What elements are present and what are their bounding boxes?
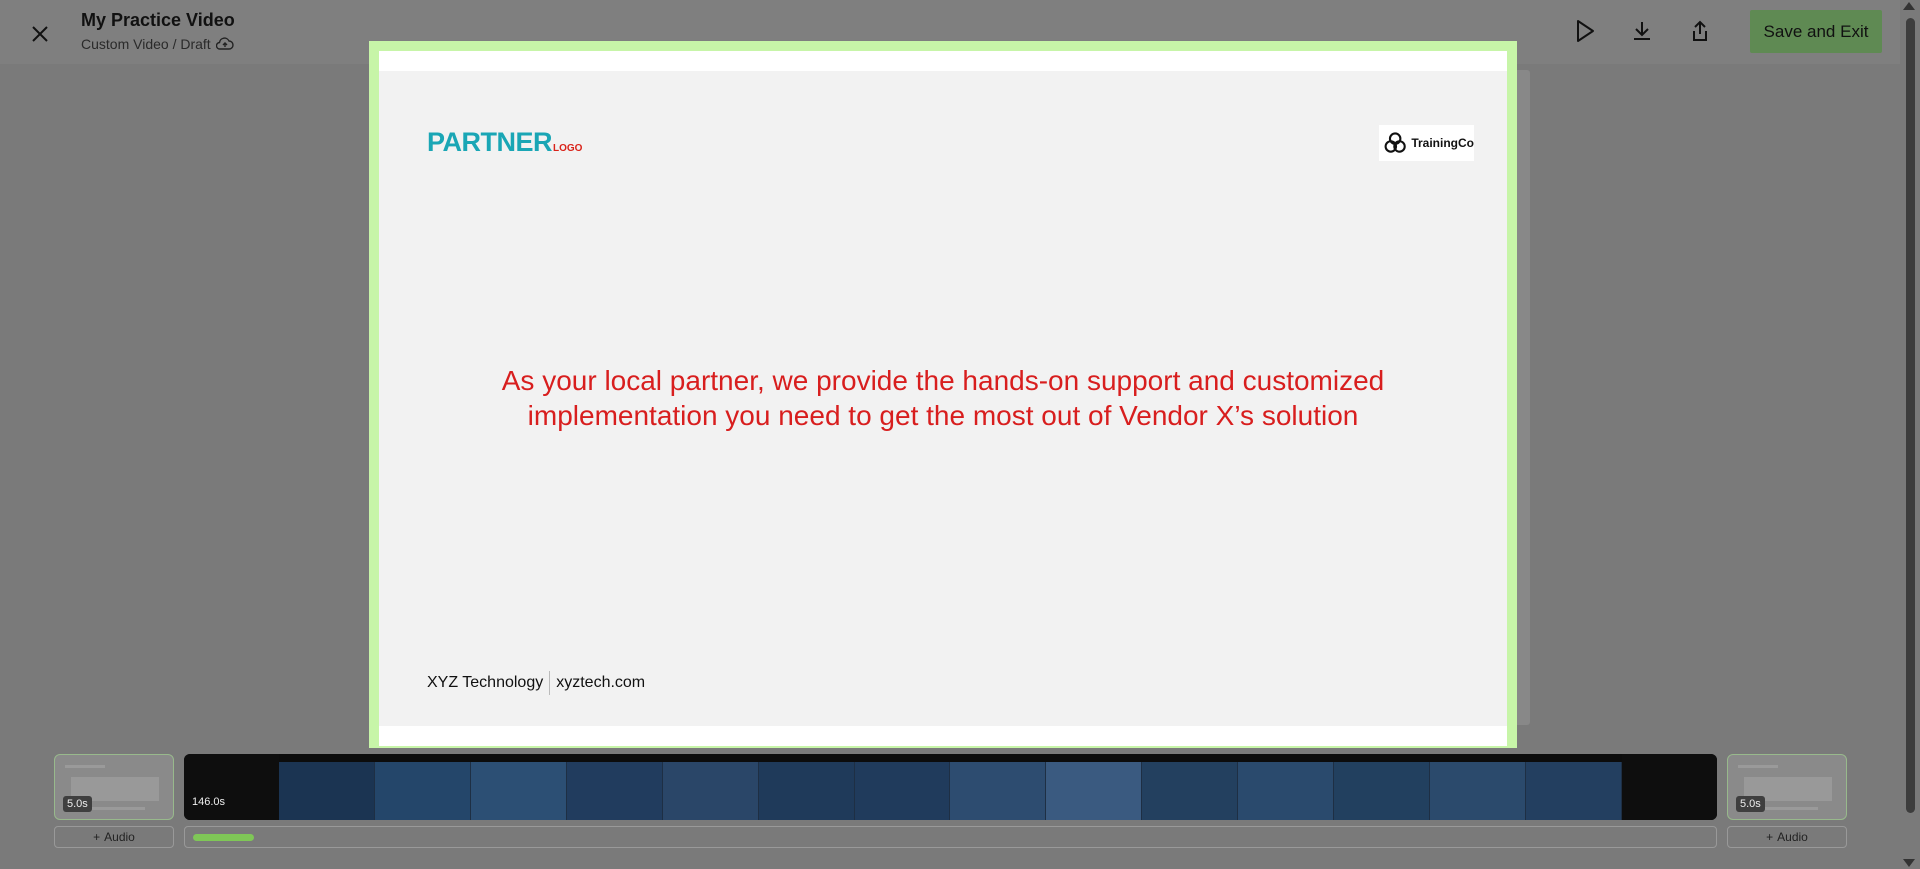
download-icon: [1634, 22, 1650, 40]
plus-icon: +: [93, 830, 101, 844]
clip-thumbnail: [854, 762, 951, 820]
add-audio-button-left[interactable]: + Audio: [54, 826, 174, 848]
clip-thumbnail: [470, 762, 567, 820]
add-audio-label: Audio: [104, 830, 135, 844]
outro-clip-line: [1738, 765, 1778, 768]
trainingco-logo-text: TrainingCo: [1411, 136, 1474, 150]
download-button[interactable]: [1627, 16, 1657, 46]
clip-thumbnail: [1142, 762, 1239, 820]
slide-message: As your local partner, we provide the ha…: [501, 365, 1385, 431]
main-clip-end: [1622, 754, 1717, 820]
clip-thumbnail: [1525, 762, 1622, 820]
page-scrollbar[interactable]: [1900, 0, 1920, 869]
slide-frame: PARTNER LOGO TrainingCo As your local pa…: [379, 51, 1507, 746]
footer-url: xyztech.com: [556, 674, 646, 691]
video-title: My Practice Video: [81, 10, 235, 30]
clip-thumbnail: [374, 762, 471, 820]
main-clip-thumbnails: [279, 762, 1622, 820]
scroll-down-icon[interactable]: [1903, 859, 1915, 867]
intro-clip-line: [85, 807, 145, 810]
play-button[interactable]: [1570, 16, 1600, 46]
intro-clip[interactable]: 5.0s: [54, 754, 174, 820]
outro-duration-badge: 5.0s: [1736, 796, 1765, 812]
timeline: 5.0s 146.0s 5.0s + Audio + Audio: [0, 748, 1900, 869]
share-button[interactable]: [1685, 16, 1715, 46]
title-block: My Practice Video Custom Video / Draft: [81, 10, 235, 52]
video-status-text: Custom Video / Draft: [81, 36, 211, 52]
close-icon: [32, 26, 48, 42]
main-duration-badge: 146.0s: [192, 796, 226, 808]
outro-clip[interactable]: 5.0s: [1727, 754, 1847, 820]
slide-preview: PARTNER LOGO TrainingCo As your local pa…: [369, 41, 1517, 756]
close-button[interactable]: [26, 20, 54, 48]
video-status: Custom Video / Draft: [81, 36, 235, 52]
slide-content: PARTNER LOGO TrainingCo As your local pa…: [379, 71, 1507, 726]
main-video-clip[interactable]: 146.0s: [184, 754, 1717, 820]
footer-divider: [549, 671, 551, 695]
footer-company: XYZ Technology: [427, 674, 544, 691]
playback-progress-bar[interactable]: [184, 826, 1717, 848]
save-and-exit-button[interactable]: Save and Exit: [1750, 10, 1882, 53]
clip-thumbnail: [1046, 762, 1143, 820]
outro-clip-line: [1758, 807, 1818, 810]
play-icon: [1577, 20, 1594, 42]
slide-footer: XYZ Technology xyztech.com: [427, 671, 645, 695]
clip-thumbnail: [1238, 762, 1335, 820]
intro-clip-line: [65, 765, 105, 768]
cloud-upload-icon: [215, 37, 234, 50]
clip-thumbnail: [662, 762, 759, 820]
clip-thumbnail: [1334, 762, 1431, 820]
trainingco-logo: TrainingCo: [1379, 125, 1474, 161]
playback-progress-fill: [193, 834, 254, 841]
partner-logo-main: PARTNER: [427, 127, 553, 157]
trainingco-knot-icon: [1384, 132, 1406, 153]
main-clip-start: [184, 754, 279, 820]
partner-logo-sub: LOGO: [553, 143, 583, 154]
intro-duration-badge: 5.0s: [63, 796, 92, 812]
clip-thumbnail: [950, 762, 1047, 820]
scroll-up-icon[interactable]: [1903, 2, 1915, 10]
plus-icon: +: [1766, 830, 1774, 844]
clip-thumbnail: [566, 762, 663, 820]
clip-thumbnail: [279, 762, 375, 820]
clip-thumbnail: [758, 762, 855, 820]
share-icon: [1693, 20, 1707, 41]
scrollbar-thumb[interactable]: [1906, 18, 1915, 813]
add-audio-button-right[interactable]: + Audio: [1727, 826, 1847, 848]
add-audio-label: Audio: [1777, 830, 1808, 844]
clip-thumbnail: [1430, 762, 1526, 820]
partner-logo: PARTNER LOGO: [427, 127, 582, 158]
